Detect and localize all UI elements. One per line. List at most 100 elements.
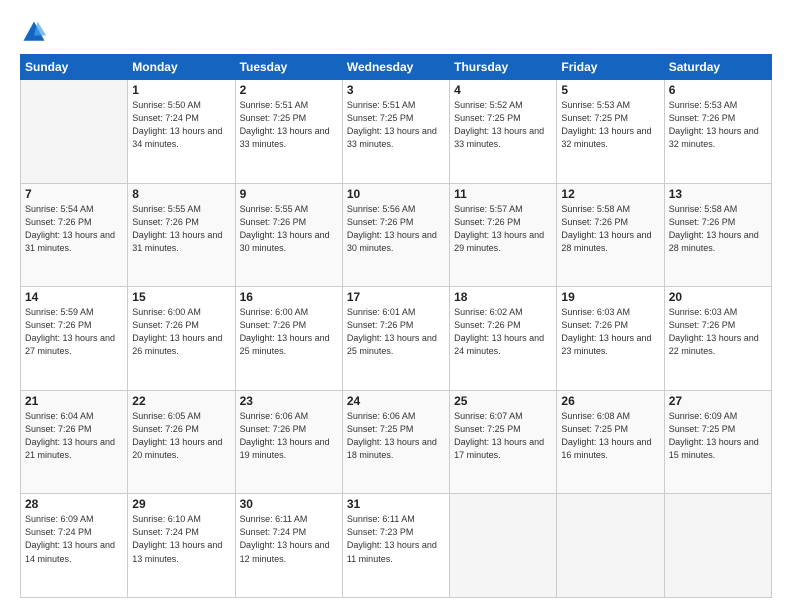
day-info: Sunrise: 5:53 AMSunset: 7:25 PMDaylight:… [561,99,659,151]
day-info: Sunrise: 5:56 AMSunset: 7:26 PMDaylight:… [347,203,445,255]
day-number: 31 [347,497,445,511]
day-number: 22 [132,394,230,408]
day-number: 23 [240,394,338,408]
day-info: Sunrise: 5:55 AMSunset: 7:26 PMDaylight:… [132,203,230,255]
calendar-day-cell: 3 Sunrise: 5:51 AMSunset: 7:25 PMDaylight… [342,80,449,184]
calendar-day-cell: 24 Sunrise: 6:06 AMSunset: 7:25 PMDayligh… [342,390,449,494]
day-number: 4 [454,83,552,97]
day-info: Sunrise: 5:52 AMSunset: 7:25 PMDaylight:… [454,99,552,151]
day-number: 11 [454,187,552,201]
day-info: Sunrise: 5:51 AMSunset: 7:25 PMDaylight:… [347,99,445,151]
calendar-week-row: 21Sunrise: 6:04 AMSunset: 7:26 PMDayligh… [21,390,772,494]
day-number: 24 [347,394,445,408]
day-number: 13 [669,187,767,201]
day-number: 14 [25,290,123,304]
calendar-day-cell: 11 Sunrise: 5:57 AMSunset: 7:26 PMDayligh… [450,183,557,287]
calendar-day-cell [21,80,128,184]
day-info: Sunrise: 6:07 AMSunset: 7:25 PMDaylight:… [454,410,552,462]
day-info: Sunrise: 6:00 AMSunset: 7:26 PMDaylight:… [240,306,338,358]
calendar-week-row: 1 Sunrise: 5:50 AMSunset: 7:24 PMDaylight… [21,80,772,184]
calendar-day-header: Tuesday [235,55,342,80]
day-info: Sunrise: 6:03 AMSunset: 7:26 PMDaylight:… [669,306,767,358]
calendar-week-row: 14 Sunrise: 5:59 AMSunset: 7:26 PMDayligh… [21,287,772,391]
day-info: Sunrise: 5:55 AMSunset: 7:26 PMDaylight:… [240,203,338,255]
logo [20,18,52,46]
calendar-day-cell: 22 Sunrise: 6:05 AMSunset: 7:26 PMDayligh… [128,390,235,494]
calendar-day-cell: 25 Sunrise: 6:07 AMSunset: 7:25 PMDayligh… [450,390,557,494]
day-info: Sunrise: 5:57 AMSunset: 7:26 PMDaylight:… [454,203,552,255]
day-number: 15 [132,290,230,304]
day-info: Sunrise: 6:10 AMSunset: 7:24 PMDaylight:… [132,513,230,565]
day-number: 10 [347,187,445,201]
day-number: 1 [132,83,230,97]
day-info: Sunrise: 6:11 AMSunset: 7:23 PMDaylight:… [347,513,445,565]
calendar-week-row: 7Sunrise: 5:54 AMSunset: 7:26 PMDaylight… [21,183,772,287]
day-number: 9 [240,187,338,201]
calendar-day-cell: 19 Sunrise: 6:03 AMSunset: 7:26 PMDayligh… [557,287,664,391]
day-info: Sunrise: 5:58 AMSunset: 7:26 PMDaylight:… [561,203,659,255]
day-number: 29 [132,497,230,511]
day-info: Sunrise: 6:06 AMSunset: 7:25 PMDaylight:… [347,410,445,462]
calendar-day-cell: 26 Sunrise: 6:08 AMSunset: 7:25 PMDayligh… [557,390,664,494]
calendar-day-cell: 13 Sunrise: 5:58 AMSunset: 7:26 PMDayligh… [664,183,771,287]
calendar-day-cell: 10 Sunrise: 5:56 AMSunset: 7:26 PMDayligh… [342,183,449,287]
day-info: Sunrise: 5:53 AMSunset: 7:26 PMDaylight:… [669,99,767,151]
calendar-day-cell: 30 Sunrise: 6:11 AMSunset: 7:24 PMDayligh… [235,494,342,598]
calendar-day-cell: 1 Sunrise: 5:50 AMSunset: 7:24 PMDaylight… [128,80,235,184]
day-number: 2 [240,83,338,97]
calendar-day-cell: 23Sunrise: 6:06 AMSunset: 7:26 PMDayligh… [235,390,342,494]
day-number: 17 [347,290,445,304]
day-number: 30 [240,497,338,511]
calendar-table: SundayMondayTuesdayWednesdayThursdayFrid… [20,54,772,598]
calendar-day-header: Saturday [664,55,771,80]
day-number: 19 [561,290,659,304]
day-info: Sunrise: 5:58 AMSunset: 7:26 PMDaylight:… [669,203,767,255]
calendar-day-cell: 27Sunrise: 6:09 AMSunset: 7:25 PMDayligh… [664,390,771,494]
day-number: 6 [669,83,767,97]
calendar-day-cell [557,494,664,598]
day-info: Sunrise: 6:08 AMSunset: 7:25 PMDaylight:… [561,410,659,462]
calendar-week-row: 28Sunrise: 6:09 AMSunset: 7:24 PMDayligh… [21,494,772,598]
calendar-day-cell: 20 Sunrise: 6:03 AMSunset: 7:26 PMDayligh… [664,287,771,391]
calendar-day-cell: 4 Sunrise: 5:52 AMSunset: 7:25 PMDaylight… [450,80,557,184]
calendar-day-cell [450,494,557,598]
day-info: Sunrise: 6:11 AMSunset: 7:24 PMDaylight:… [240,513,338,565]
day-info: Sunrise: 5:54 AMSunset: 7:26 PMDaylight:… [25,203,123,255]
calendar-header-row: SundayMondayTuesdayWednesdayThursdayFrid… [21,55,772,80]
day-info: Sunrise: 6:09 AMSunset: 7:25 PMDaylight:… [669,410,767,462]
day-info: Sunrise: 6:00 AMSunset: 7:26 PMDaylight:… [132,306,230,358]
calendar-day-header: Thursday [450,55,557,80]
header [20,18,772,46]
calendar-day-cell: 12 Sunrise: 5:58 AMSunset: 7:26 PMDayligh… [557,183,664,287]
day-number: 20 [669,290,767,304]
calendar-day-cell: 7Sunrise: 5:54 AMSunset: 7:26 PMDaylight… [21,183,128,287]
calendar-day-header: Monday [128,55,235,80]
day-number: 26 [561,394,659,408]
calendar-day-cell: 31 Sunrise: 6:11 AMSunset: 7:23 PMDayligh… [342,494,449,598]
day-info: Sunrise: 6:01 AMSunset: 7:26 PMDaylight:… [347,306,445,358]
calendar-day-cell: 17 Sunrise: 6:01 AMSunset: 7:26 PMDayligh… [342,287,449,391]
day-info: Sunrise: 5:51 AMSunset: 7:25 PMDaylight:… [240,99,338,151]
day-info: Sunrise: 5:59 AMSunset: 7:26 PMDaylight:… [25,306,123,358]
logo-icon [20,18,48,46]
day-number: 25 [454,394,552,408]
calendar-day-cell: 8 Sunrise: 5:55 AMSunset: 7:26 PMDaylight… [128,183,235,287]
day-info: Sunrise: 6:04 AMSunset: 7:26 PMDaylight:… [25,410,123,462]
day-info: Sunrise: 6:03 AMSunset: 7:26 PMDaylight:… [561,306,659,358]
calendar-day-cell: 6 Sunrise: 5:53 AMSunset: 7:26 PMDaylight… [664,80,771,184]
day-info: Sunrise: 5:50 AMSunset: 7:24 PMDaylight:… [132,99,230,151]
calendar-day-cell: 14 Sunrise: 5:59 AMSunset: 7:26 PMDayligh… [21,287,128,391]
page: SundayMondayTuesdayWednesdayThursdayFrid… [0,0,792,612]
calendar-day-header: Wednesday [342,55,449,80]
calendar-day-cell: 15 Sunrise: 6:00 AMSunset: 7:26 PMDayligh… [128,287,235,391]
day-number: 12 [561,187,659,201]
calendar-day-header: Friday [557,55,664,80]
day-info: Sunrise: 6:09 AMSunset: 7:24 PMDaylight:… [25,513,123,565]
day-info: Sunrise: 6:05 AMSunset: 7:26 PMDaylight:… [132,410,230,462]
day-number: 8 [132,187,230,201]
calendar-day-cell: 21Sunrise: 6:04 AMSunset: 7:26 PMDayligh… [21,390,128,494]
day-number: 3 [347,83,445,97]
calendar-day-cell [664,494,771,598]
calendar-day-cell: 16Sunrise: 6:00 AMSunset: 7:26 PMDayligh… [235,287,342,391]
calendar-day-cell: 18Sunrise: 6:02 AMSunset: 7:26 PMDayligh… [450,287,557,391]
